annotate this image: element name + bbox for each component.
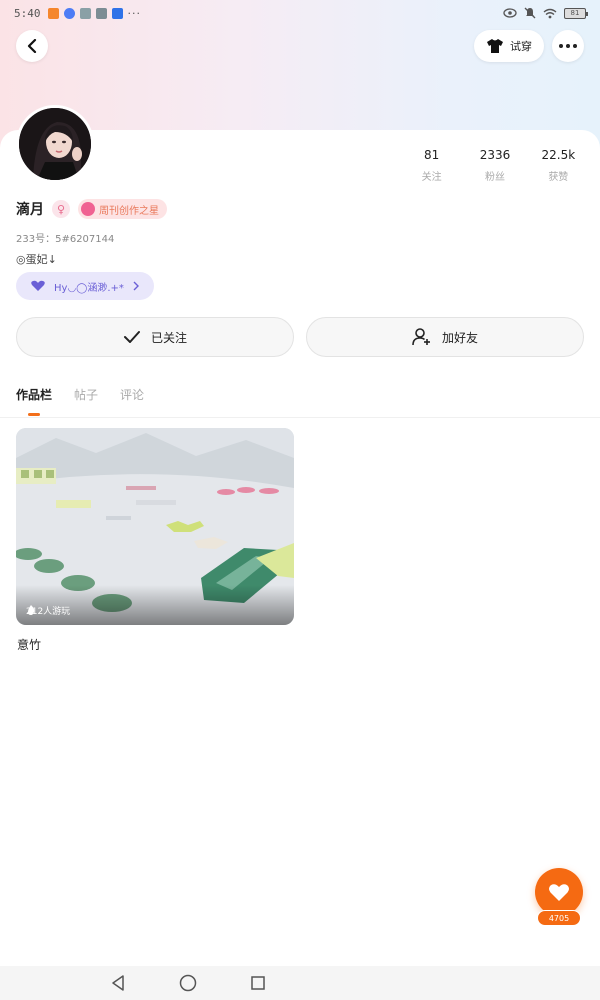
profile-tabs: 作品栏 帖子 评论 <box>16 386 144 416</box>
stat-label: 关注 <box>421 172 442 183</box>
system-nav-bar <box>0 966 600 1000</box>
followed-label: 已关注 <box>150 330 187 345</box>
work-title[interactable]: 意竹 <box>17 636 41 653</box>
try-on-label: 试穿 <box>510 40 532 53</box>
creator-badge-label: 周刊创作之星 <box>99 205 159 217</box>
back-button[interactable] <box>16 30 48 62</box>
stat-followers[interactable]: 2336 粉丝 <box>463 148 526 183</box>
square-recents-icon <box>251 976 265 990</box>
stat-value: 81 <box>424 148 440 162</box>
chevron-left-icon <box>27 39 37 53</box>
female-gender-icon: ♀ <box>52 200 70 218</box>
notification-app-icon <box>63 7 75 19</box>
eye-icon <box>503 8 517 18</box>
more-dot <box>559 44 563 48</box>
notification-app-icon <box>111 7 123 19</box>
wifi-icon <box>543 8 557 18</box>
tab-divider <box>0 417 600 418</box>
avatar-portrait-image <box>19 108 91 180</box>
stat-label: 粉丝 <box>484 172 505 183</box>
battery-indicator: 81 <box>564 7 588 19</box>
group-pill-label: Hy◡◯涵渺.+* <box>54 282 124 294</box>
tab-posts[interactable]: 帖子 <box>74 386 98 408</box>
stat-likes[interactable]: 22.5k 获赞 <box>527 148 590 183</box>
profile-name: 滴月 <box>16 202 44 218</box>
notification-app-icon <box>79 7 91 19</box>
group-pill[interactable]: Hy◡◯涵渺.+* <box>16 272 154 300</box>
play-count: 212人游玩 <box>26 604 70 617</box>
checkmark-icon <box>123 331 140 343</box>
stat-value: 2336 <box>479 148 511 162</box>
profile-stats: 81 关注 2336 粉丝 22.5k 获赞 <box>400 148 590 183</box>
nav-back-button[interactable] <box>109 974 127 992</box>
status-bar: 5:40 ··· 81 <box>0 0 600 26</box>
chevron-right-icon <box>133 281 139 291</box>
work-card[interactable]: 212人游玩 <box>16 428 294 625</box>
like-count: 4705 <box>537 910 581 926</box>
mute-icon <box>524 7 536 19</box>
creator-medal-icon <box>81 202 95 216</box>
avatar[interactable] <box>16 105 94 183</box>
tab-works[interactable]: 作品栏 <box>16 386 52 416</box>
circle-home-icon <box>179 974 197 992</box>
more-dot <box>566 44 570 48</box>
followed-button[interactable]: 已关注 <box>16 317 294 357</box>
notification-app-icon <box>47 7 59 19</box>
name-row: 滴月 ♀ 周刊创作之星 <box>16 199 167 219</box>
like-button[interactable] <box>535 868 583 916</box>
heart-icon <box>549 883 569 901</box>
try-on-button[interactable]: 试穿 <box>474 30 544 62</box>
nav-recents-button[interactable] <box>249 974 267 992</box>
add-friend-label: 加好友 <box>441 330 478 345</box>
stat-following[interactable]: 81 关注 <box>400 148 463 183</box>
status-time: 5:40 <box>14 6 41 20</box>
add-user-icon <box>412 328 430 346</box>
notification-app-icon <box>95 7 107 19</box>
profile-bio: ◎蛋妃↓ <box>16 253 57 266</box>
more-options-button[interactable] <box>552 30 584 62</box>
triangle-back-icon <box>112 975 124 991</box>
more-dot <box>573 44 577 48</box>
stat-value: 22.5k <box>541 148 576 162</box>
user-id: 233号：5#6207144 <box>16 234 115 245</box>
more-notifications-icon: ··· <box>127 6 141 20</box>
stat-label: 获赞 <box>548 172 569 183</box>
add-friend-button[interactable]: 加好友 <box>306 317 584 357</box>
flame-icon <box>28 605 35 615</box>
tshirt-icon <box>487 39 503 53</box>
nav-home-button[interactable] <box>179 974 197 992</box>
tab-comments[interactable]: 评论 <box>120 386 144 408</box>
heart-icon <box>31 280 45 291</box>
creator-star-badge[interactable]: 周刊创作之星 <box>78 199 167 219</box>
